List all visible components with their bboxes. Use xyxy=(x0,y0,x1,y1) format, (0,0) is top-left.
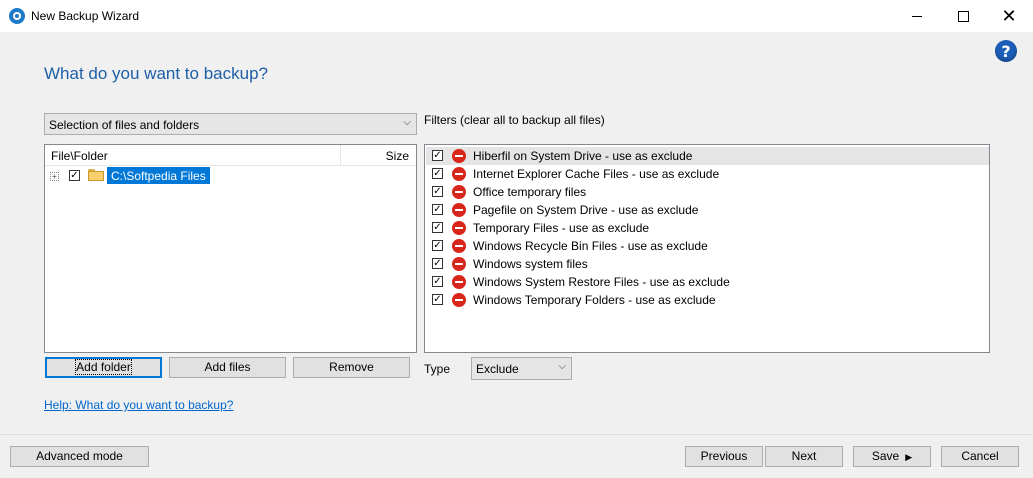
filter-checkbox[interactable]: ✓ xyxy=(432,150,443,161)
filter-label: Windows Recycle Bin Files - use as exclu… xyxy=(473,239,708,253)
cancel-label: Cancel xyxy=(961,449,999,463)
remove-label: Remove xyxy=(329,360,374,374)
backup-source-select[interactable]: Selection of files and folders ⌵ xyxy=(44,113,417,135)
previous-label: Previous xyxy=(700,449,748,463)
filters-label: Filters (clear all to backup all files) xyxy=(424,113,605,127)
filter-checkbox[interactable]: ✓ xyxy=(432,204,443,215)
backup-source-value: Selection of files and folders xyxy=(49,118,200,132)
filter-item[interactable]: ✓ Pagefile on System Drive - use as excl… xyxy=(426,201,989,219)
close-icon: ✕ xyxy=(1001,5,1017,27)
tree-item[interactable]: + ✓ C:\Softpedia Files xyxy=(50,167,350,185)
filter-item[interactable]: ✓ Office temporary files xyxy=(426,183,989,201)
filters-list[interactable]: ✓ Hiberfil on System Drive - use as excl… xyxy=(424,144,990,353)
filter-label: Windows System Restore Files - use as ex… xyxy=(473,275,730,289)
chevron-down-icon: ⌵ xyxy=(558,361,566,372)
no-entry-icon xyxy=(452,149,466,163)
close-button[interactable]: ✕ xyxy=(986,0,1032,32)
tree-item-checkbox[interactable]: ✓ xyxy=(69,170,80,181)
type-select[interactable]: Exclude ⌵ xyxy=(471,357,572,380)
filter-item[interactable]: ✓ Internet Explorer Cache Files - use as… xyxy=(426,165,989,183)
footer-divider xyxy=(0,434,1033,435)
page-title: What do you want to backup? xyxy=(44,64,268,83)
filter-item[interactable]: ✓ Windows Temporary Folders - use as exc… xyxy=(426,291,989,309)
maximize-button[interactable] xyxy=(940,0,986,32)
add-folder-label: Add folder xyxy=(75,359,132,375)
expand-icon[interactable]: + xyxy=(50,172,59,181)
filter-label: Temporary Files - use as exclude xyxy=(473,221,650,235)
no-entry-icon xyxy=(452,239,466,253)
filter-checkbox[interactable]: ✓ xyxy=(432,258,443,269)
minimize-icon xyxy=(912,15,922,17)
filter-item[interactable]: ✓ Temporary Files - use as exclude xyxy=(426,219,989,237)
window-title: New Backup Wizard xyxy=(31,9,140,23)
no-entry-icon xyxy=(452,257,466,271)
filter-label: Office temporary files xyxy=(473,185,587,199)
next-button[interactable]: Next xyxy=(765,446,843,467)
type-value: Exclude xyxy=(476,362,519,376)
advanced-mode-label: Advanced mode xyxy=(36,449,123,463)
filter-checkbox[interactable]: ✓ xyxy=(432,294,443,305)
cancel-button[interactable]: Cancel xyxy=(941,446,1019,467)
filter-checkbox[interactable]: ✓ xyxy=(432,222,443,233)
maximize-icon xyxy=(957,10,969,22)
app-logo-icon xyxy=(9,8,25,24)
no-entry-icon xyxy=(452,185,466,199)
tree-item-label[interactable]: C:\Softpedia Files xyxy=(107,167,210,184)
column-header-file-folder[interactable]: File\Folder xyxy=(51,149,108,163)
filter-label: Windows Temporary Folders - use as exclu… xyxy=(473,293,716,307)
add-files-label: Add files xyxy=(204,360,251,374)
folder-icon xyxy=(88,169,104,181)
filter-item[interactable]: ✓ Windows system files xyxy=(426,255,989,273)
type-label: Type xyxy=(424,362,451,376)
title-bar: New Backup Wizard ✕ xyxy=(0,0,1033,32)
filter-label: Pagefile on System Drive - use as exclud… xyxy=(473,203,699,217)
filter-label: Internet Explorer Cache Files - use as e… xyxy=(473,167,720,181)
no-entry-icon xyxy=(452,203,466,217)
add-files-button[interactable]: Add files xyxy=(169,357,286,378)
no-entry-icon xyxy=(452,167,466,181)
filter-checkbox[interactable]: ✓ xyxy=(432,240,443,251)
minimize-button[interactable] xyxy=(894,0,940,32)
save-label: Save xyxy=(871,449,900,463)
no-entry-icon xyxy=(452,275,466,289)
filter-checkbox[interactable]: ✓ xyxy=(432,168,443,179)
filter-item[interactable]: ✓ Windows Recycle Bin Files - use as exc… xyxy=(426,237,989,255)
filter-checkbox[interactable]: ✓ xyxy=(432,186,443,197)
add-folder-button[interactable]: Add folder xyxy=(45,357,162,378)
help-link[interactable]: Help: What do you want to backup? xyxy=(44,398,233,412)
file-folder-tree[interactable]: File\Folder Size + ✓ C:\Softpedia Files xyxy=(44,144,417,353)
filter-item[interactable]: ✓ Windows System Restore Files - use as … xyxy=(426,273,989,291)
next-label: Next xyxy=(791,449,817,463)
column-separator[interactable] xyxy=(340,145,341,165)
previous-button[interactable]: Previous xyxy=(685,446,763,467)
chevron-down-icon: ⌵ xyxy=(403,117,411,128)
dropdown-arrow-icon: ▶ xyxy=(905,453,913,463)
no-entry-icon xyxy=(452,293,466,307)
filter-label: Hiberfil on System Drive - use as exclud… xyxy=(473,149,693,163)
filter-checkbox[interactable]: ✓ xyxy=(432,276,443,287)
filter-item[interactable]: ✓ Hiberfil on System Drive - use as excl… xyxy=(426,147,989,165)
column-header-size[interactable]: Size xyxy=(386,149,409,163)
no-entry-icon xyxy=(452,221,466,235)
advanced-mode-button[interactable]: Advanced mode xyxy=(10,446,149,467)
remove-button[interactable]: Remove xyxy=(293,357,410,378)
save-button[interactable]: Save ▶ xyxy=(853,446,931,467)
tree-header: File\Folder Size xyxy=(45,145,416,166)
filter-label: Windows system files xyxy=(473,257,588,271)
help-icon[interactable]: ? xyxy=(995,40,1017,62)
